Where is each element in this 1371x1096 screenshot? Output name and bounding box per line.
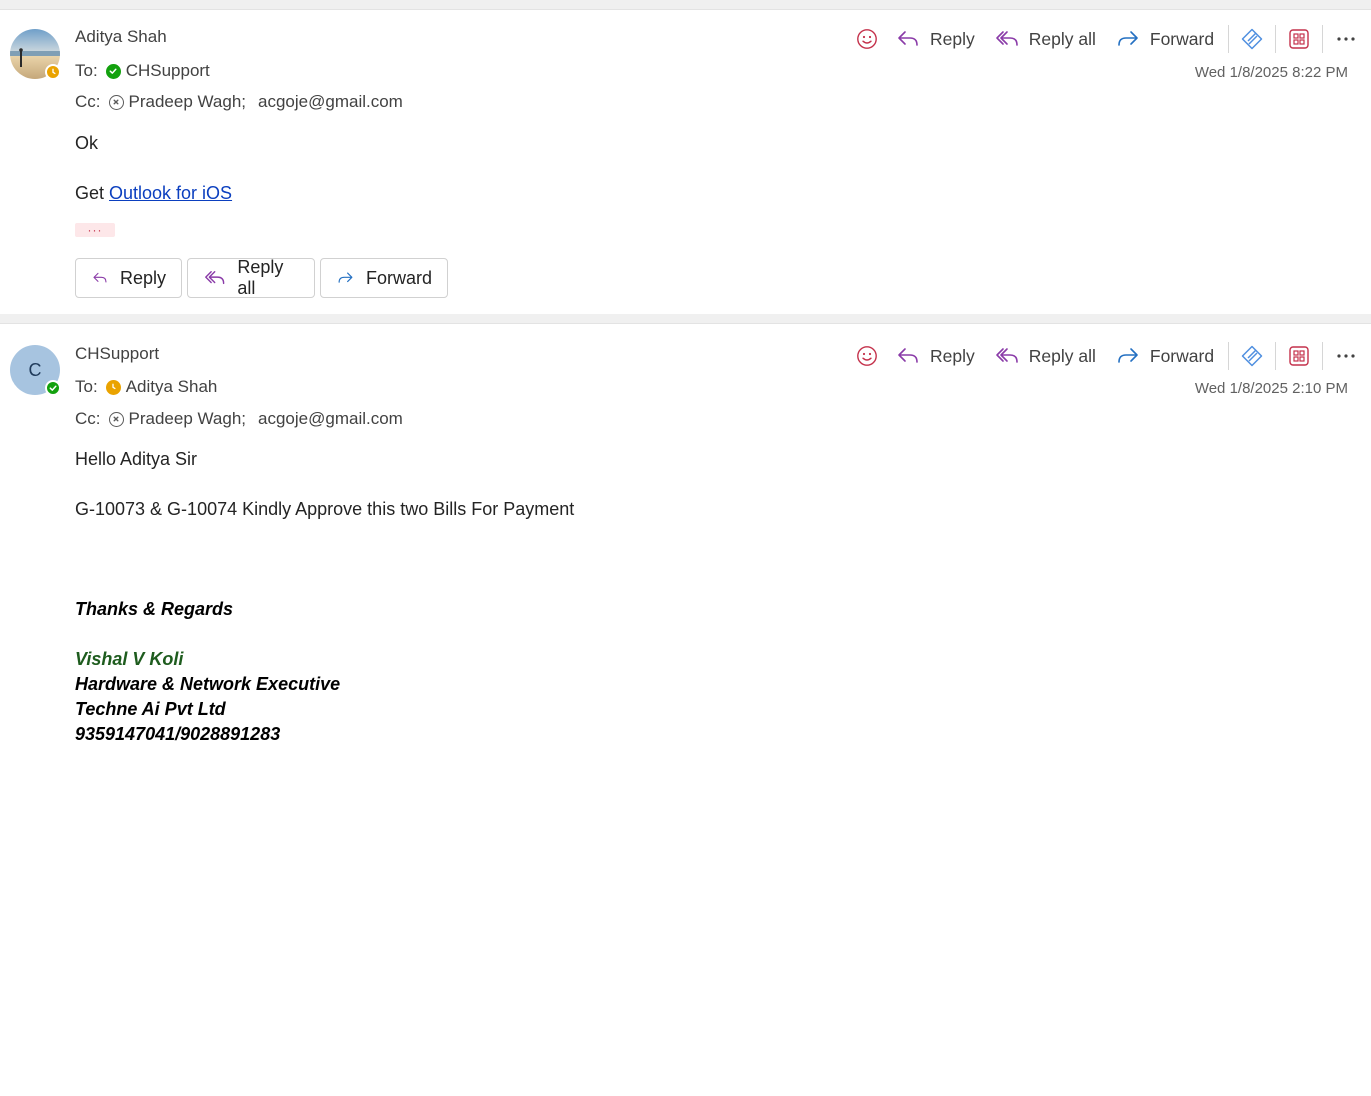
sender-name[interactable]: Aditya Shah	[75, 27, 167, 47]
recipient-separator: ;	[241, 92, 247, 111]
presence-offline-icon	[108, 411, 124, 427]
body-text: Ok	[75, 133, 99, 153]
forward-icon	[337, 266, 354, 290]
sender-name[interactable]: CHSupport	[75, 344, 159, 364]
reply-action-label: Reply	[119, 267, 166, 288]
sender-avatar[interactable]: C	[10, 345, 61, 396]
cc-recipient[interactable]: acgoje@gmail.com	[258, 92, 403, 112]
reply-action-button[interactable]: Reply	[75, 258, 182, 298]
cc-recipient-name: Pradeep Wagh	[128, 409, 242, 428]
signature-company: Techne Ai Pvt Ltd	[75, 699, 226, 719]
reply-label: Reply	[930, 28, 975, 49]
forward-action-label: Forward	[365, 267, 432, 288]
reply-all-icon	[995, 27, 1019, 51]
loop-icon[interactable]	[1233, 339, 1271, 373]
forward-label: Forward	[1149, 28, 1215, 49]
to-line: To: CHSupport	[75, 61, 210, 81]
reply-button[interactable]: Reply	[886, 22, 985, 56]
message-toolbar: Reply Reply all Forward	[848, 22, 1365, 56]
presence-away-icon	[105, 379, 121, 395]
reply-button[interactable]: Reply	[886, 339, 985, 373]
reply-icon	[92, 266, 108, 290]
toolbar-divider	[1228, 25, 1230, 53]
body-text-line: Get Outlook for iOS	[75, 183, 232, 204]
cc-recipient[interactable]: acgoje@gmail.com	[258, 409, 403, 429]
cc-recipient[interactable]: Pradeep Wagh	[108, 92, 242, 112]
reply-icon	[896, 344, 920, 368]
signature-closing: Thanks & Regards	[75, 599, 234, 619]
cc-recipient-name: acgoje@gmail.com	[258, 409, 403, 428]
reply-all-label: Reply all	[1028, 28, 1096, 49]
forward-icon	[1116, 27, 1140, 51]
message-separator	[0, 314, 1371, 324]
forward-button[interactable]: Forward	[1106, 339, 1224, 373]
presence-offline-icon	[108, 94, 124, 110]
presence-available-icon	[45, 380, 61, 396]
toolbar-divider	[1275, 342, 1277, 370]
cc-recipient-name: acgoje@gmail.com	[258, 92, 403, 111]
apps-icon[interactable]	[1280, 339, 1318, 373]
forward-action-button[interactable]: Forward	[320, 258, 448, 298]
toolbar-divider	[1228, 342, 1230, 370]
cc-label: Cc:	[75, 92, 101, 111]
reply-all-action-label: Reply all	[237, 257, 284, 298]
recipient-name: CHSupport	[125, 61, 210, 80]
reply-all-icon	[204, 266, 225, 290]
cc-line: Cc: Pradeep Wagh ; acgoje@gmail.com	[75, 92, 403, 112]
body-text-prefix: Get	[75, 183, 110, 203]
apps-icon[interactable]	[1280, 22, 1318, 56]
more-icon[interactable]	[1327, 22, 1365, 56]
reply-all-action-button[interactable]: Reply all	[187, 257, 315, 298]
signature-name: Vishal V Koli	[75, 649, 184, 669]
reply-all-label: Reply all	[1028, 345, 1096, 366]
sender-avatar[interactable]	[10, 29, 61, 80]
emoji-icon[interactable]	[848, 22, 886, 56]
message-date: Wed 1/8/2025 8:22 PM	[1194, 64, 1348, 81]
show-more-button[interactable]: ···	[75, 223, 115, 237]
presence-away-icon	[45, 64, 61, 80]
presence-available-icon	[105, 63, 121, 79]
message-1: Aditya Shah Reply Reply all Forward To: …	[0, 0, 1371, 314]
forward-label: Forward	[1149, 345, 1215, 366]
cc-recipient-name: Pradeep Wagh	[128, 92, 242, 111]
loop-icon[interactable]	[1233, 22, 1271, 56]
greeting-text: Hello Aditya Sir	[75, 449, 198, 469]
toolbar-divider	[1322, 342, 1324, 370]
toolbar-divider	[1275, 25, 1277, 53]
reply-all-button[interactable]: Reply all	[985, 339, 1106, 373]
reply-all-icon	[995, 344, 1019, 368]
recipient-separator: ;	[241, 409, 247, 428]
to-line: To: Aditya Shah	[75, 377, 217, 397]
recipient[interactable]: Aditya Shah	[105, 377, 218, 397]
forward-icon	[1116, 344, 1140, 368]
toolbar-divider	[1322, 25, 1324, 53]
cc-line: Cc: Pradeep Wagh ; acgoje@gmail.com	[75, 409, 403, 429]
reply-all-button[interactable]: Reply all	[985, 22, 1106, 56]
to-label: To:	[75, 61, 98, 80]
recipient[interactable]: CHSupport	[105, 61, 210, 81]
signature-title: Hardware & Network Executive	[75, 674, 341, 694]
message-toolbar: Reply Reply all Forward	[848, 339, 1365, 373]
cc-recipient[interactable]: Pradeep Wagh	[108, 409, 242, 429]
reply-label: Reply	[930, 345, 975, 366]
outlook-ios-link[interactable]: Outlook for iOS	[109, 183, 232, 203]
cc-label: Cc:	[75, 409, 101, 428]
body-text: G-10073 & G-10074 Kindly Approve this tw…	[75, 499, 575, 519]
message-2: C CHSupport Reply Reply all Forward To:	[0, 324, 1371, 764]
message-date: Wed 1/8/2025 2:10 PM	[1194, 380, 1348, 397]
signature-phone: 9359147041/9028891283	[75, 724, 281, 744]
emoji-icon[interactable]	[848, 339, 886, 373]
to-label: To:	[75, 377, 98, 396]
forward-button[interactable]: Forward	[1106, 22, 1224, 56]
more-icon[interactable]	[1327, 339, 1365, 373]
reply-icon	[896, 27, 920, 51]
recipient-name: Aditya Shah	[125, 377, 218, 396]
